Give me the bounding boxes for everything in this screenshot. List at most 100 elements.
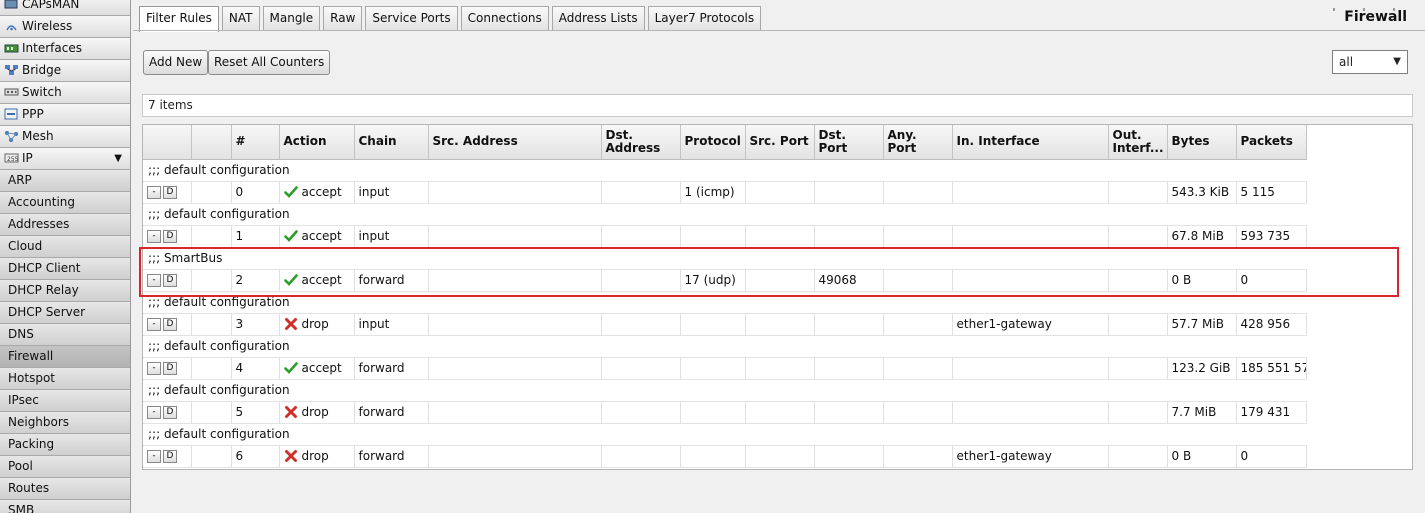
table-row[interactable]: - D 6 drop forward ether1-gateway 0 B0	[143, 445, 1307, 468]
tab-mangle[interactable]: Mangle	[262, 6, 321, 30]
chevron-down-icon[interactable]: ▼	[114, 148, 122, 169]
action-label: drop	[301, 317, 329, 331]
tab-connections[interactable]: Connections	[460, 6, 549, 30]
tab-nat[interactable]: NAT	[221, 6, 260, 30]
table-row[interactable]: - D 1 accept input 67.8 MiB 593 735	[143, 225, 1307, 248]
items-count: 7 items	[142, 94, 1413, 117]
action-label: accept	[301, 229, 342, 243]
sidebar-item-bridge[interactable]: Bridge	[0, 60, 130, 82]
sidebar-item-smb[interactable]: SMB	[0, 500, 130, 513]
column-header[interactable]: Dst. Address	[601, 125, 681, 160]
column-header[interactable]: Src. Port	[745, 125, 815, 160]
sidebar-item-dhcp-server[interactable]: DHCP Server	[0, 302, 130, 324]
column-header[interactable]: Out. Interf...	[1108, 125, 1168, 160]
sidebar-item-label: Mesh	[22, 129, 54, 143]
column-header[interactable]: Chain	[354, 125, 429, 160]
filter-select-value: all	[1339, 55, 1354, 69]
delete-rule-button[interactable]: D	[163, 230, 177, 243]
disable-rule-button[interactable]: -	[147, 406, 161, 419]
filter-select[interactable]: all ▼	[1332, 50, 1408, 74]
disable-rule-button[interactable]: -	[147, 450, 161, 463]
sidebar-item-routes[interactable]: Routes	[0, 478, 130, 500]
sidebar-item-dhcp-relay[interactable]: DHCP Relay	[0, 280, 130, 302]
row-controls: -D	[143, 357, 192, 380]
column-header[interactable]: #	[231, 125, 280, 160]
sidebar-item-wireless[interactable]: Wireless	[0, 16, 130, 38]
sidebar-item-addresses[interactable]: Addresses	[0, 214, 130, 236]
column-header[interactable]: Dst. Port	[814, 125, 884, 160]
sidebar-item-label: Wireless	[22, 19, 73, 33]
column-header[interactable]: Src. Address	[428, 125, 602, 160]
rule-comment: ;;; SmartBus	[143, 247, 1306, 270]
tab-raw[interactable]: Raw	[323, 6, 363, 30]
delete-rule-button[interactable]: D	[163, 450, 177, 463]
ip-icon: 255	[4, 150, 19, 163]
sidebar-item-ipsec[interactable]: IPsec	[0, 390, 130, 412]
sidebar-item-packing[interactable]: Packing	[0, 434, 130, 456]
tab-filter-rules[interactable]: Filter Rules	[139, 6, 219, 32]
cell-sport	[745, 357, 815, 380]
add-new-button[interactable]: Add New	[143, 50, 209, 75]
scrollbar[interactable]	[1413, 124, 1421, 424]
tab-layer7-protocols[interactable]: Layer7 Protocols	[647, 6, 762, 30]
sidebar-item-cloud[interactable]: Cloud	[0, 236, 130, 258]
table-row[interactable]: - D 0 accept input 1 (icmp) 543.3 KiB 5 115	[143, 181, 1307, 204]
sidebar-item-dhcp-client[interactable]: DHCP Client	[0, 258, 130, 280]
sidebar-item-label: DHCP Relay	[8, 283, 79, 297]
cell-in-if	[952, 225, 1109, 248]
disable-rule-button[interactable]: -	[147, 318, 161, 331]
cell-chain: input	[354, 181, 429, 204]
disable-rule-button[interactable]: -	[147, 274, 161, 287]
sidebar-item-label: DHCP Server	[8, 305, 86, 319]
row-controls: -D	[143, 181, 192, 204]
sidebar-item-pool[interactable]: Pool	[0, 456, 130, 478]
table-row[interactable]: - D 3 drop input ether1-gateway 57.7 MiB 428 95…	[143, 313, 1307, 336]
column-header[interactable]	[143, 125, 192, 160]
sidebar-item-label: Bridge	[22, 63, 62, 77]
cell-src	[428, 181, 602, 204]
disable-rule-button[interactable]: -	[147, 230, 161, 243]
sidebar-item-neighbors[interactable]: Neighbors	[0, 412, 130, 434]
delete-rule-button[interactable]: D	[163, 362, 177, 375]
delete-rule-button[interactable]: D	[163, 406, 177, 419]
table-row[interactable]: - D 4 accept forward 123.2 GiB 185 551 57	[143, 357, 1307, 380]
cell-packets: 179 431	[1236, 401, 1307, 424]
check-icon	[283, 185, 298, 199]
sidebar-item-hotspot[interactable]: Hotspot	[0, 368, 130, 390]
tab-service-ports[interactable]: Service Ports	[365, 6, 458, 30]
reset-all-counters-button[interactable]: Reset All Counters	[208, 50, 331, 75]
delete-rule-button[interactable]: D	[163, 318, 177, 331]
column-header[interactable]: Protocol	[680, 125, 746, 160]
sidebar-item-interfaces[interactable]: Interfaces	[0, 38, 130, 60]
cell-chain: input	[354, 225, 429, 248]
sidebar-item-firewall[interactable]: Firewall	[0, 346, 130, 368]
column-header[interactable]: Bytes	[1167, 125, 1237, 160]
column-header[interactable]: In. Interface	[952, 125, 1109, 160]
disable-rule-button[interactable]: -	[147, 186, 161, 199]
column-header[interactable]	[191, 125, 232, 160]
column-header[interactable]: Any. Port	[883, 125, 953, 160]
cell-out-if	[1108, 181, 1168, 204]
rule-comment-row: ;;; default configuration	[143, 379, 1306, 402]
sidebar-item-ip[interactable]: 255 IP ▼	[0, 148, 130, 170]
column-header[interactable]: Action	[279, 125, 355, 160]
sidebar-item-label: DNS	[8, 327, 34, 341]
table-row[interactable]: - D 5 drop forward 7.7 MiB 179 431	[143, 401, 1307, 424]
sidebar-item-label: Firewall	[8, 349, 54, 363]
delete-rule-button[interactable]: D	[163, 186, 177, 199]
sidebar-item-accounting[interactable]: Accounting	[0, 192, 130, 214]
disable-rule-button[interactable]: -	[147, 362, 161, 375]
sidebar-item-mesh[interactable]: Mesh	[0, 126, 130, 148]
cell-action: accept	[279, 225, 355, 248]
cell-src	[428, 313, 602, 336]
table-row[interactable]: - D 2 accept forward 17 (udp) 49068 0 B0	[143, 269, 1307, 292]
delete-rule-button[interactable]: D	[163, 274, 177, 287]
sidebar-item-dns[interactable]: DNS	[0, 324, 130, 346]
sidebar-item-capsman[interactable]: CAPsMAN	[0, 0, 130, 16]
sidebar-item-switch[interactable]: Switch	[0, 82, 130, 104]
tab-address-lists[interactable]: Address Lists	[551, 6, 645, 30]
sidebar-item-ppp[interactable]: PPP	[0, 104, 130, 126]
sidebar-item-arp[interactable]: ARP	[0, 170, 130, 192]
cell-chain: forward	[354, 401, 429, 424]
column-header[interactable]: Packets	[1236, 125, 1307, 160]
